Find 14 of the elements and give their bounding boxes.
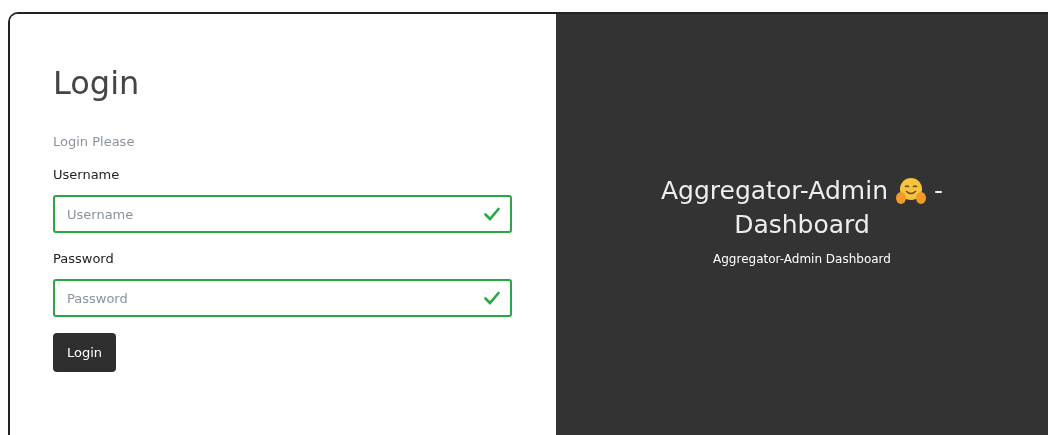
hugging-face-icon: [896, 177, 926, 205]
check-icon: [484, 291, 500, 305]
banner-title: Dashboard: [734, 209, 870, 241]
login-button[interactable]: Login: [53, 333, 117, 372]
field-label: Username: [53, 167, 120, 182]
input-field[interactable]: Password: [53, 279, 512, 317]
check-icon: [484, 207, 500, 221]
login-title: Login: [53, 64, 140, 102]
login-subtitle: Login Please: [53, 134, 135, 149]
input-field[interactable]: Username: [53, 195, 512, 233]
banner-subtitle: Aggregator-Admin Dashboard: [713, 252, 891, 266]
banner-title: Aggregator-Admin: [660, 175, 888, 207]
title-dash: -: [934, 175, 944, 207]
field-label: Password: [53, 251, 114, 266]
